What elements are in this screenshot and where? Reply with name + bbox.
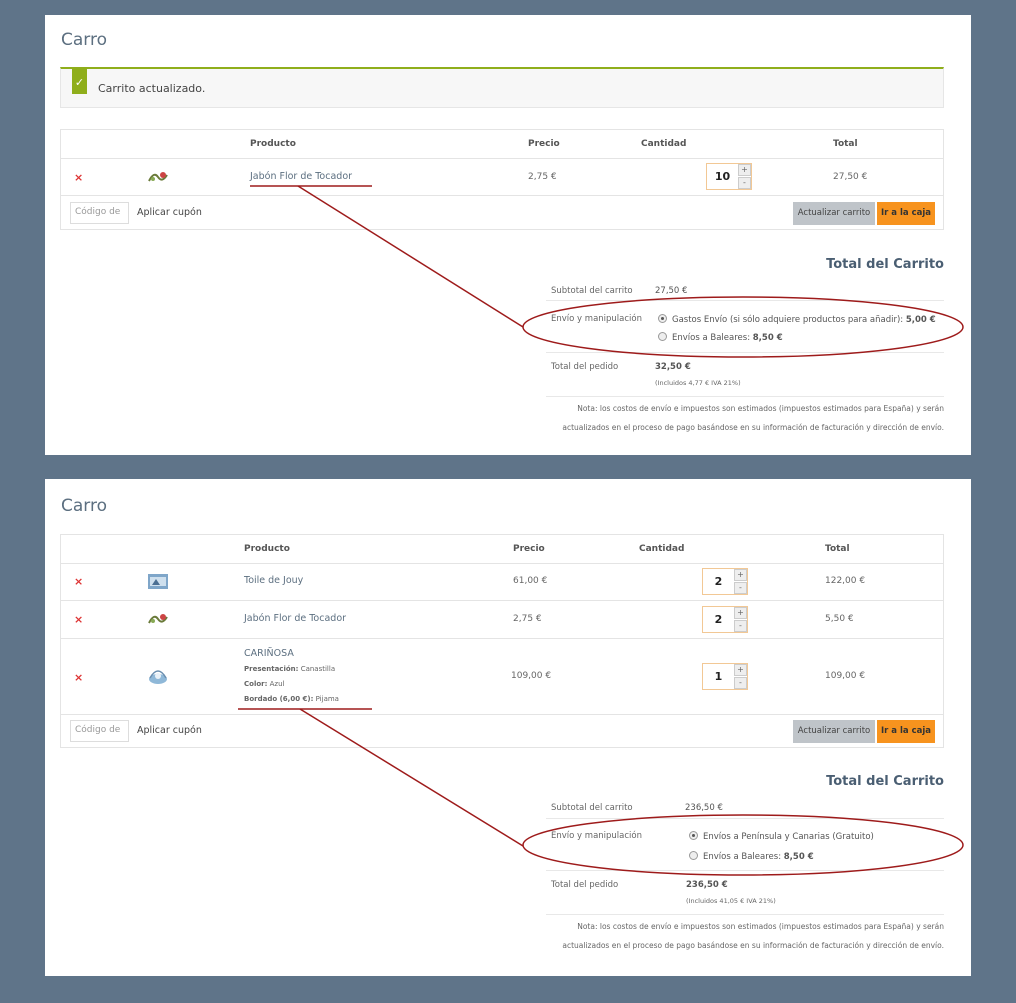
annotation-ellipse [522,296,964,358]
annotation-pointer-line [299,708,524,847]
annotation-pointer-line [297,185,524,328]
annotation-ellipse [522,814,964,876]
annotation-overlay [238,185,964,876]
